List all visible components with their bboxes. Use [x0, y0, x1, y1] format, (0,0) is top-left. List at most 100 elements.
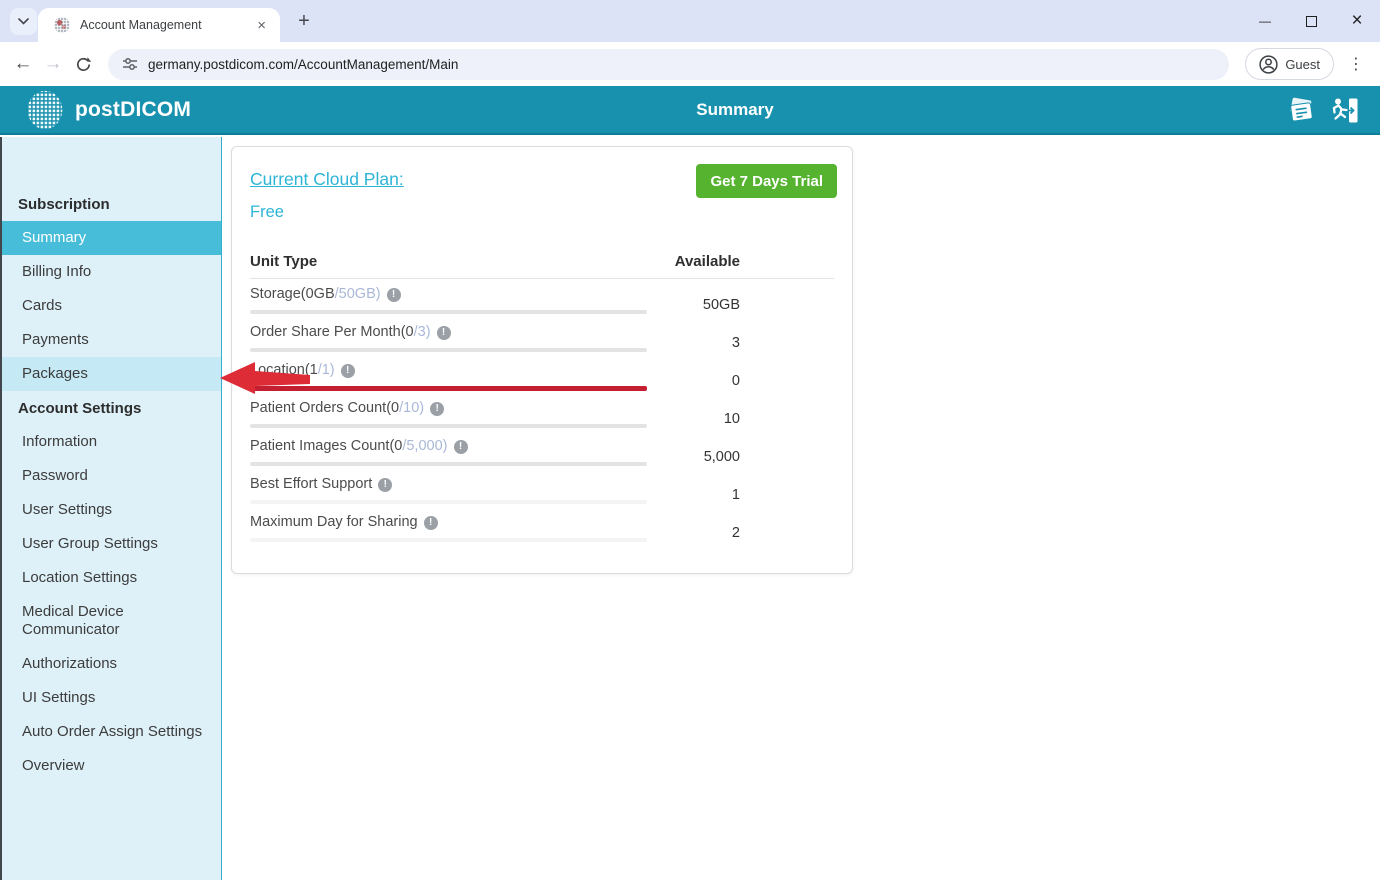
- window-minimize-button[interactable]: [1242, 0, 1288, 42]
- brand-logo: postDICOM: [24, 89, 191, 131]
- info-icon[interactable]: [424, 516, 438, 530]
- table-header: Unit Type Available: [250, 253, 834, 279]
- table-row: Maximum Day for Sharing 2: [250, 513, 834, 551]
- window-close-button[interactable]: [1334, 0, 1380, 42]
- sidebar-section-account-settings: Account Settings: [2, 391, 221, 425]
- app-header: postDICOM Summary: [0, 86, 1380, 135]
- row-label: Order Share Per Month(0: [250, 324, 414, 340]
- sidebar-item-user-group-settings[interactable]: User Group Settings: [2, 527, 221, 561]
- window-maximize-button[interactable]: [1288, 0, 1334, 42]
- brand-name: postDICOM: [75, 98, 191, 122]
- sidebar-item-auto-order-assign-settings[interactable]: Auto Order Assign Settings: [2, 715, 221, 749]
- sidebar-item-information[interactable]: Information: [2, 425, 221, 459]
- sidebar-item-overview[interactable]: Overview: [2, 749, 221, 783]
- header-actions: [1285, 86, 1360, 135]
- row-available-value: 10: [630, 411, 740, 427]
- sidebar-item-medical-device-communicator[interactable]: Medical Device Communicator: [2, 595, 221, 647]
- row-available-value: 50GB: [630, 297, 740, 313]
- sidebar-item-password[interactable]: Password: [2, 459, 221, 493]
- info-icon[interactable]: [341, 364, 355, 378]
- maximize-icon: [1306, 16, 1317, 27]
- row-label: Patient Images Count(0: [250, 438, 402, 454]
- table-row: Storage(0GB/50GB) 50GB: [250, 285, 834, 323]
- browser-tab[interactable]: Account Management: [38, 8, 280, 42]
- info-icon[interactable]: [378, 478, 392, 492]
- close-icon: [1351, 10, 1362, 32]
- buy-package-icon[interactable]: [1285, 96, 1317, 126]
- plan-name: Free: [250, 203, 284, 222]
- browser-menu-button[interactable]: [1342, 54, 1370, 74]
- browser-toolbar: germany.postdicom.com/AccountManagement/…: [0, 42, 1380, 86]
- profile-label: Guest: [1285, 57, 1320, 72]
- row-limit: /3): [414, 324, 431, 340]
- info-icon[interactable]: [437, 326, 451, 340]
- sidebar: SubscriptionSummaryBilling InfoCardsPaym…: [0, 137, 222, 880]
- sidebar-item-summary[interactable]: Summary: [2, 221, 221, 255]
- info-icon[interactable]: [430, 402, 444, 416]
- sidebar-item-payments[interactable]: Payments: [2, 323, 221, 357]
- row-available-value: 5,000: [630, 449, 740, 465]
- window-controls: [1242, 0, 1380, 42]
- usage-bar: [250, 500, 647, 504]
- forward-button[interactable]: [38, 53, 68, 75]
- reload-button[interactable]: [68, 56, 98, 73]
- page-title: Summary: [696, 100, 773, 120]
- row-limit: /50GB): [335, 286, 381, 302]
- address-bar[interactable]: germany.postdicom.com/AccountManagement/…: [108, 49, 1229, 80]
- row-available-value: 2: [630, 525, 740, 541]
- usage-bar: [250, 310, 647, 314]
- tab-close-icon[interactable]: [253, 16, 270, 35]
- usage-bar: [250, 348, 647, 352]
- chevron-down-icon: [18, 18, 29, 25]
- table-row: Patient Images Count(0/5,000) 5,000: [250, 437, 834, 475]
- row-label: Location(1: [250, 362, 318, 378]
- row-limit: /5,000): [402, 438, 447, 454]
- usage-bar: [250, 386, 647, 391]
- sidebar-item-ui-settings[interactable]: UI Settings: [2, 681, 221, 715]
- plan-summary-card: Current Cloud Plan: Free Get 7 Days Tria…: [231, 146, 853, 574]
- reload-icon: [75, 56, 92, 73]
- row-limit: /1): [318, 362, 335, 378]
- table-row: Best Effort Support 1: [250, 475, 834, 513]
- sidebar-item-cards[interactable]: Cards: [2, 289, 221, 323]
- info-icon[interactable]: [387, 288, 401, 302]
- new-tab-button[interactable]: [292, 9, 316, 33]
- table-row: Patient Orders Count(0/10) 10: [250, 399, 834, 437]
- sidebar-item-user-settings[interactable]: User Settings: [2, 493, 221, 527]
- info-icon[interactable]: [454, 440, 468, 454]
- logout-icon[interactable]: [1330, 96, 1360, 126]
- row-available-value: 3: [630, 335, 740, 351]
- main-content: Current Cloud Plan: Free Get 7 Days Tria…: [222, 137, 1380, 880]
- row-label: Patient Orders Count(0: [250, 400, 399, 416]
- sidebar-item-location-settings[interactable]: Location Settings: [2, 561, 221, 595]
- row-label: Maximum Day for Sharing: [250, 514, 418, 530]
- site-settings-icon[interactable]: [122, 56, 138, 72]
- row-limit: /10): [399, 400, 424, 416]
- row-available-value: 0: [630, 373, 740, 389]
- sidebar-item-billing-info[interactable]: Billing Info: [2, 255, 221, 289]
- postdicom-sphere-icon: [24, 89, 66, 131]
- column-available: Available: [675, 253, 740, 270]
- sidebar-item-authorizations[interactable]: Authorizations: [2, 647, 221, 681]
- profile-button[interactable]: Guest: [1245, 48, 1334, 80]
- site-favicon-icon: [54, 17, 70, 33]
- browser-tab-strip: Account Management: [0, 0, 1380, 42]
- row-label: Best Effort Support: [250, 476, 372, 492]
- usage-bar: [250, 462, 647, 466]
- current-cloud-plan-link[interactable]: Current Cloud Plan:: [250, 169, 404, 190]
- sidebar-item-packages[interactable]: Packages: [2, 357, 221, 391]
- url-text[interactable]: germany.postdicom.com/AccountManagement/…: [148, 57, 458, 72]
- table-row: Location(1/1) 0: [250, 361, 834, 399]
- back-button[interactable]: [8, 53, 38, 75]
- sidebar-section-subscription: Subscription: [2, 187, 221, 221]
- plan-table-rows: Storage(0GB/50GB) 50GB Order Share Per M…: [250, 285, 834, 551]
- get-trial-button[interactable]: Get 7 Days Trial: [696, 164, 837, 198]
- tab-title: Account Management: [80, 18, 253, 32]
- minimize-icon: [1259, 12, 1271, 30]
- row-label: Storage(0GB: [250, 286, 335, 302]
- usage-bar: [250, 538, 647, 542]
- usage-bar: [250, 424, 647, 428]
- avatar-icon: [1259, 55, 1278, 74]
- tab-search-button[interactable]: [10, 8, 37, 35]
- row-available-value: 1: [630, 487, 740, 503]
